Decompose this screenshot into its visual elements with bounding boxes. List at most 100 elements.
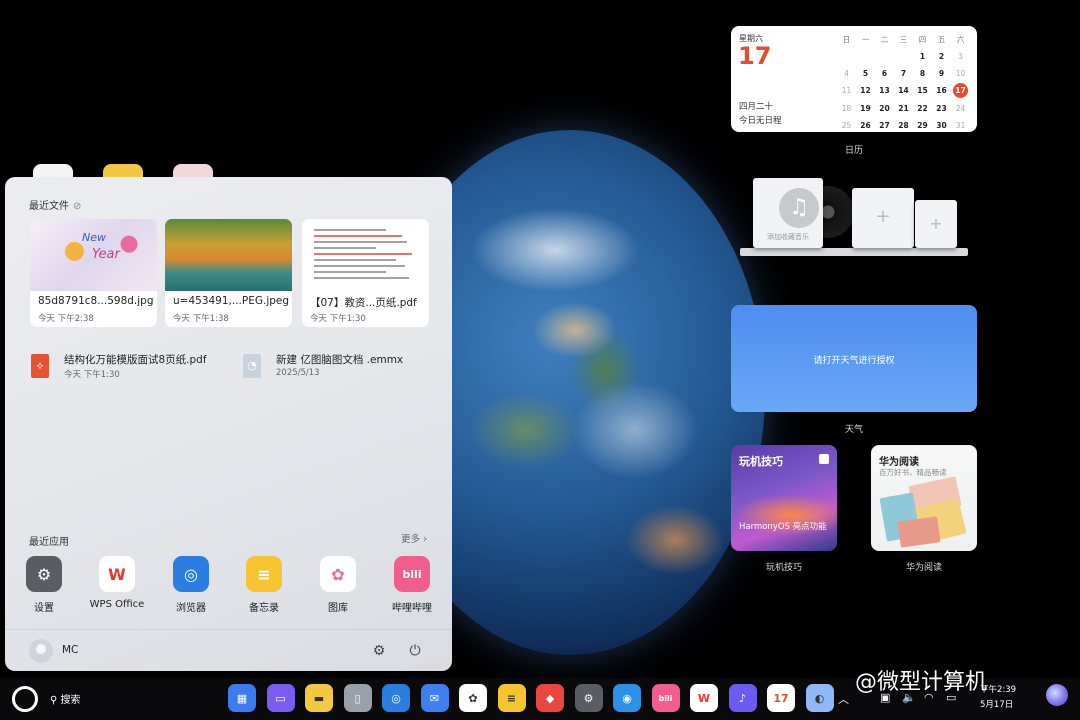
calendar-date-cell[interactable]: 10 [951, 67, 970, 80]
book-cover [897, 516, 941, 548]
calendar-date-cell[interactable]: 6 [875, 67, 894, 80]
recent-file-card[interactable]: New Year 85d8791c8...598d.jpg 今天 下午2:38 [30, 219, 157, 327]
taskbar-files-icon[interactable]: ▬ [305, 684, 333, 712]
calendar-date-cell[interactable]: 30 [932, 119, 951, 132]
tips-widget[interactable]: 玩机技巧 HarmonyOS 亮点功能 [731, 445, 837, 551]
calendar-date-cell[interactable]: 12 [856, 84, 875, 97]
bilibili-icon: bili [394, 556, 430, 592]
app-gallery[interactable]: ✿ 图库 [303, 556, 373, 614]
taskbar-recycle-bin-icon[interactable]: ▯ [343, 684, 372, 712]
power-icon[interactable]: ⏻ [405, 641, 425, 661]
calendar-date-cell[interactable]: 21 [894, 102, 913, 115]
add-music-slot[interactable]: + [852, 188, 914, 248]
reading-label: 华为阅读 [905, 563, 942, 573]
taskbar-music-icon[interactable]: ♪ [728, 684, 757, 712]
clock-date[interactable]: 5月17日 [980, 698, 1013, 710]
calendar-date-cell[interactable]: 23 [932, 102, 951, 115]
reading-subtitle: 百万好书，精品畅读 [879, 468, 947, 477]
taskbar-calendar-icon[interactable]: 17 [767, 684, 795, 712]
tips-label: 玩机技巧 [765, 563, 802, 573]
file-time: 今天 下午1:38 [173, 314, 229, 324]
assistant-icon[interactable] [1046, 684, 1068, 706]
calendar-date-cell[interactable]: 4 [837, 67, 856, 80]
music-widget[interactable]: ♫ 添加收藏音乐 + + [740, 178, 968, 258]
calendar-weekday-header: 二 [880, 35, 889, 44]
taskbar-wps-icon[interactable]: W [690, 684, 718, 712]
gallery-icon: ✿ [320, 556, 356, 592]
file-time: 今天 下午1:30 [64, 370, 120, 380]
calendar-today-cell[interactable]: 17 [953, 83, 968, 98]
calendar-weekday-header: 五 [937, 35, 946, 44]
calendar-date-cell[interactable]: 27 [875, 119, 894, 132]
start-menu-footer: MC ⚙ ⏻ [5, 629, 452, 671]
recent-file-card[interactable]: u=453491,...PEG.jpeg 今天 下午1:38 [165, 219, 292, 327]
more-apps-link[interactable]: 更多 › [401, 531, 427, 545]
taskbar-gallery-icon[interactable]: ✿ [459, 684, 487, 712]
calendar-date-cell[interactable]: 14 [894, 84, 913, 97]
calendar-date-cell[interactable]: 24 [951, 102, 970, 115]
calendar-date-cell[interactable]: 2 [932, 50, 951, 63]
calendar-date-cell[interactable]: 8 [913, 67, 932, 80]
start-button[interactable] [12, 686, 38, 712]
calendar-date-cell[interactable]: 13 [875, 84, 894, 97]
chevron-up-icon[interactable]: ︿ [838, 691, 849, 707]
calendar-date-cell[interactable]: 15 [913, 84, 932, 97]
calendar-date-cell[interactable]: 1 [913, 50, 932, 63]
calendar-date-cell[interactable]: 7 [894, 67, 913, 80]
link-icon[interactable]: ⊘ [73, 201, 81, 212]
calendar-date-cell[interactable]: 19 [856, 102, 875, 115]
calendar-date-cell[interactable]: 9 [932, 67, 951, 80]
calendar-date-cell[interactable]: 5 [856, 67, 875, 80]
taskbar-notes-icon[interactable]: ≡ [497, 684, 526, 712]
taskbar-browser-icon[interactable]: ◎ [382, 684, 410, 712]
recent-file-item[interactable]: ◔ 新建 亿图脑图文档 .emmx 2025/5/13 [243, 352, 443, 382]
taskbar-settings-icon[interactable]: ⚙ [574, 684, 603, 712]
file-name: 85d8791c8...598d.jpg [38, 295, 154, 307]
recent-file-card[interactable]: 【07】教资...页纸.pdf 今天 下午1:30 [302, 219, 429, 327]
taskbar-browser-alt-icon[interactable]: ◐ [805, 684, 834, 712]
recent-file-item[interactable]: ⟡ 结构化万能模版面试8页纸.pdf 今天 下午1:30 [31, 352, 231, 382]
calendar-date-cell[interactable]: 16 [932, 84, 951, 97]
calendar-date-cell[interactable]: 22 [913, 102, 932, 115]
calendar-weekday-header: 日 [842, 35, 851, 44]
calendar-date-cell [856, 50, 875, 63]
app-bilibili[interactable]: bili 哔哩哔哩 [377, 556, 447, 614]
file-name: u=453491,...PEG.jpeg [173, 295, 290, 307]
taskbar-app-gallery-icon[interactable]: ◆ [536, 684, 564, 712]
calendar-date-cell[interactable]: 18 [837, 102, 856, 115]
tips-title: 玩机技巧 [739, 455, 783, 468]
calendar-date-cell[interactable]: 3 [951, 50, 970, 63]
taskbar-search-button[interactable]: ⚲ 搜索 [50, 691, 81, 706]
calendar-date-cell[interactable]: 31 [951, 119, 970, 132]
calendar-date-cell[interactable]: 20 [875, 102, 894, 115]
calendar-date-cell[interactable]: 11 [837, 84, 856, 97]
app-notes[interactable]: ≡ 备忘录 [229, 556, 299, 614]
calendar-widget[interactable]: 星期六 17 四月二十 今日无日程 日一二三四五六 1 2 3 4 5 6 7 8 9 10 11 12… [731, 26, 977, 132]
app-label: 浏览器 [176, 603, 206, 614]
taskbar-bilibili-icon[interactable]: bili [651, 684, 680, 712]
weather-widget[interactable]: 请打开天气进行授权 [731, 305, 977, 412]
user-name[interactable]: MC [62, 644, 78, 656]
calendar-date-cell[interactable]: 26 [856, 119, 875, 132]
app-browser[interactable]: ◎ 浏览器 [156, 556, 226, 614]
mindmap-file-icon: ◔ [243, 354, 261, 378]
music-note-icon: ♫ [779, 188, 819, 228]
taskbar-multitask-icon[interactable]: ▭ [266, 684, 295, 712]
file-name: 【07】教资...页纸.pdf [310, 297, 417, 309]
music-album[interactable]: ♫ 添加收藏音乐 [753, 178, 823, 248]
calendar-date-cell[interactable]: 29 [913, 119, 932, 132]
add-music-slot[interactable]: + [915, 200, 957, 248]
settings-icon: ⚙ [26, 556, 62, 592]
taskbar-app-center-icon[interactable]: ▦ [228, 684, 256, 712]
reading-widget[interactable]: 华为阅读 百万好书，精品畅读 [871, 445, 977, 551]
taskbar-mail-icon[interactable]: ✉ [420, 684, 449, 712]
taskbar-photo-app-icon[interactable]: ◉ [613, 684, 641, 712]
calendar-weekday-header: 一 [861, 35, 870, 44]
calendar-date-cell[interactable]: 25 [837, 119, 856, 132]
calendar-date-cell[interactable]: 28 [894, 119, 913, 132]
app-wps-office[interactable]: W WPS Office [82, 556, 152, 610]
avatar[interactable] [29, 639, 53, 663]
app-settings[interactable]: ⚙ 设置 [9, 556, 79, 614]
gear-icon[interactable]: ⚙ [369, 641, 389, 661]
calendar-date-cell [894, 50, 913, 63]
